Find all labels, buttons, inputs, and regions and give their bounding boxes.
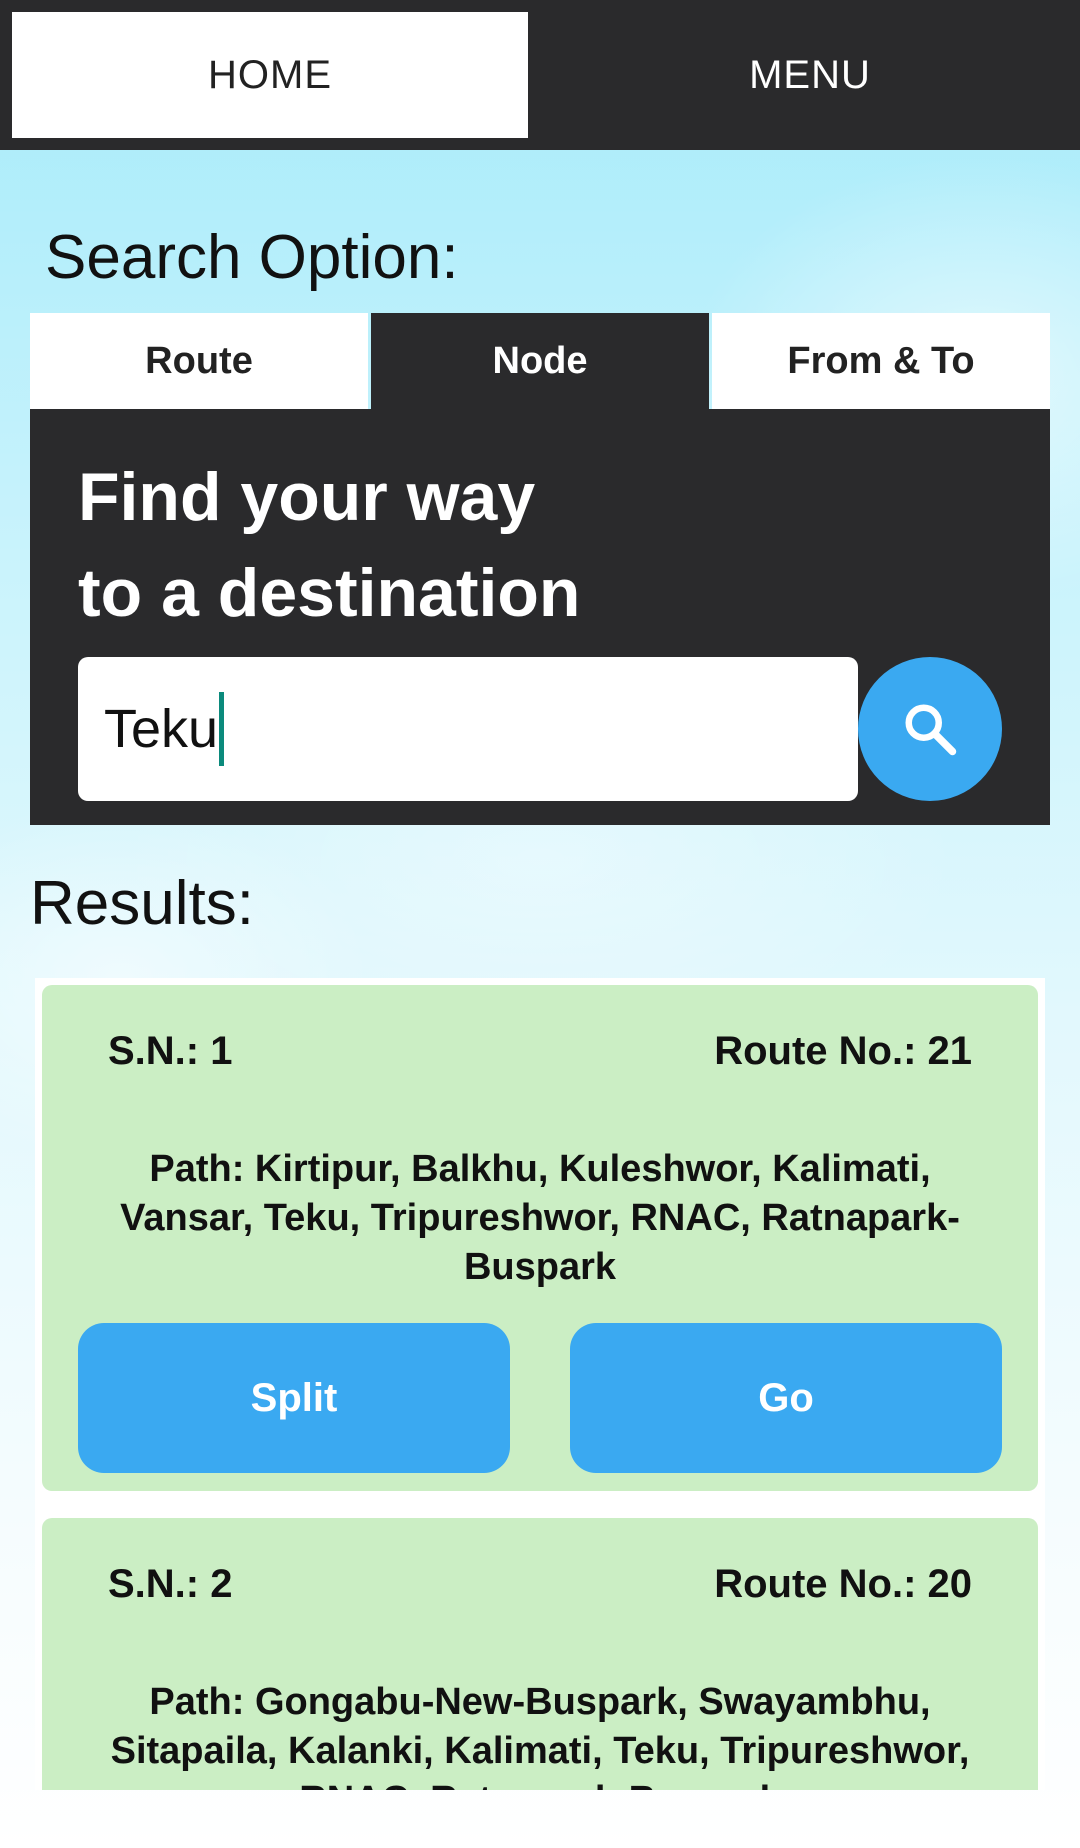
results-list[interactable]: S.N.: 1 Route No.: 21 Path: Kirtipur, Ba… xyxy=(35,978,1045,1790)
panel-title: Find your way to a destination xyxy=(78,449,580,641)
search-button[interactable] xyxy=(858,657,1002,801)
route-number: Route No.: 20 xyxy=(714,1562,972,1606)
text-caret xyxy=(219,692,225,766)
top-navigation-bar: HOME MENU xyxy=(0,0,1080,150)
panel-title-line-1: Find your way xyxy=(78,459,536,535)
tab-node[interactable]: Node xyxy=(371,313,709,409)
search-option-heading: Search Option: xyxy=(45,223,459,292)
home-tab-button[interactable]: HOME xyxy=(12,12,528,138)
result-card: S.N.: 2 Route No.: 20 Path: Gongabu-New-… xyxy=(42,1518,1038,1790)
route-path: Path: Gongabu-New-Buspark, Swayambhu, Si… xyxy=(110,1681,970,1790)
panel-title-line-2: to a destination xyxy=(78,555,581,631)
route-number: Route No.: 21 xyxy=(714,1029,972,1073)
menu-tab-button[interactable]: MENU xyxy=(552,12,1068,138)
split-button[interactable]: Split xyxy=(78,1323,510,1473)
search-icon xyxy=(905,704,957,756)
serial-number: S.N.: 1 xyxy=(108,1029,233,1073)
result-card: S.N.: 1 Route No.: 21 Path: Kirtipur, Ba… xyxy=(42,985,1038,1491)
tab-route[interactable]: Route xyxy=(30,313,368,409)
results-heading: Results: xyxy=(30,869,254,938)
search-input-value: Teku xyxy=(104,699,219,759)
serial-number: S.N.: 2 xyxy=(108,1562,233,1606)
node-search-input[interactable]: Teku xyxy=(78,657,858,801)
search-mode-tabs: Route Node From & To xyxy=(30,313,1050,409)
route-path: Path: Kirtipur, Balkhu, Kuleshwor, Kalim… xyxy=(120,1148,960,1288)
search-panel: Find your way to a destination Teku xyxy=(30,409,1050,825)
go-button[interactable]: Go xyxy=(570,1323,1002,1473)
tab-from-to[interactable]: From & To xyxy=(712,313,1050,409)
